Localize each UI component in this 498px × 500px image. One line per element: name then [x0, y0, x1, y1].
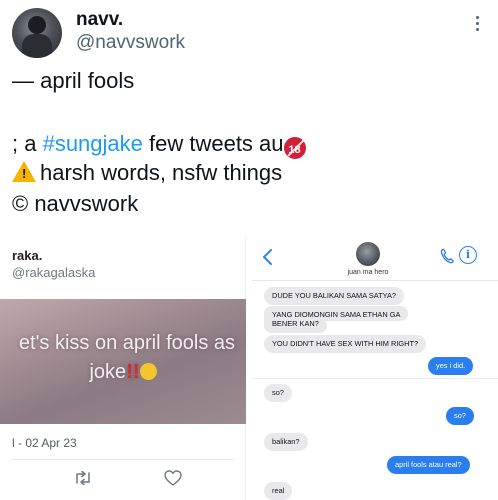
media-image-right[interactable]: juan ma hero i DUDE YOU BALIKAN SAMA SAT…: [252, 236, 498, 500]
heart-icon: [164, 470, 182, 486]
quoted-divider: [12, 459, 234, 460]
chat-header-divider: [252, 280, 498, 281]
video-caption-line-1: et's kiss on april fools as: [18, 332, 236, 354]
chat-message: yes i did.: [428, 357, 474, 375]
quoted-video-frame: et's kiss on april fools as joke!!: [0, 299, 246, 424]
chat-contact-name: juan ma hero: [347, 269, 389, 276]
video-caption-line-2: joke!!: [0, 361, 246, 384]
chat-section-divider: [252, 378, 498, 379]
laughing-emoji-icon: [139, 363, 157, 380]
chat-message: so?: [264, 384, 292, 402]
quoted-handle: @rakagalaska: [12, 265, 96, 280]
info-icon: i: [459, 246, 477, 264]
chat-message: DUDE YOU BALIKAN SAMA SATYA?: [264, 287, 405, 305]
back-icon: [263, 249, 272, 265]
tweet-line-3: ! harsh words, nsfw things: [12, 160, 282, 186]
tweet-line-1: — april fools: [12, 68, 135, 93]
quoted-display-name: raka.: [12, 248, 43, 263]
chat-contact-avatar: [356, 242, 380, 266]
video-caption-word: joke: [89, 361, 127, 383]
tweet-line-2: ; a #sungjake few tweets au 18: [12, 131, 306, 159]
hashtag-link[interactable]: #sungjake: [43, 131, 143, 156]
author-handle[interactable]: @navvswork: [76, 32, 185, 54]
chat-message: balikan?: [264, 433, 308, 451]
tweet-line-3-text: harsh words, nsfw things: [40, 160, 283, 185]
warning-icon: !: [12, 161, 36, 182]
retweet-icon: [76, 471, 90, 485]
chat-message: YOU DIDN'T HAVE SEX WITH HIM RIGHT?: [264, 335, 427, 353]
tweet-line-4: © navvswork: [12, 191, 139, 216]
avatar-figure-head: [28, 16, 46, 34]
chat-message: BENER KAN?: [264, 318, 327, 333]
double-exclamation-icon: !!: [126, 361, 140, 383]
more-icon[interactable]: [474, 16, 480, 31]
avatar-figure-body: [22, 34, 52, 58]
phone-icon: [440, 248, 454, 264]
age-restriction-icon: 18: [283, 137, 306, 159]
chat-message: so?: [446, 407, 474, 425]
chat-message: april fools atau real?: [387, 456, 470, 474]
author-display-name[interactable]: navv.: [76, 9, 123, 31]
author-avatar[interactable]: [12, 8, 62, 58]
quoted-date: l - 02 Apr 23: [12, 436, 77, 450]
tweet-line-2-prefix: ; a: [12, 131, 43, 156]
chat-message: real: [264, 482, 293, 500]
tweet-line-2-suffix: few tweets au: [142, 131, 284, 156]
media-image-left[interactable]: raka. @rakagalaska et's kiss on april fo…: [0, 236, 246, 500]
